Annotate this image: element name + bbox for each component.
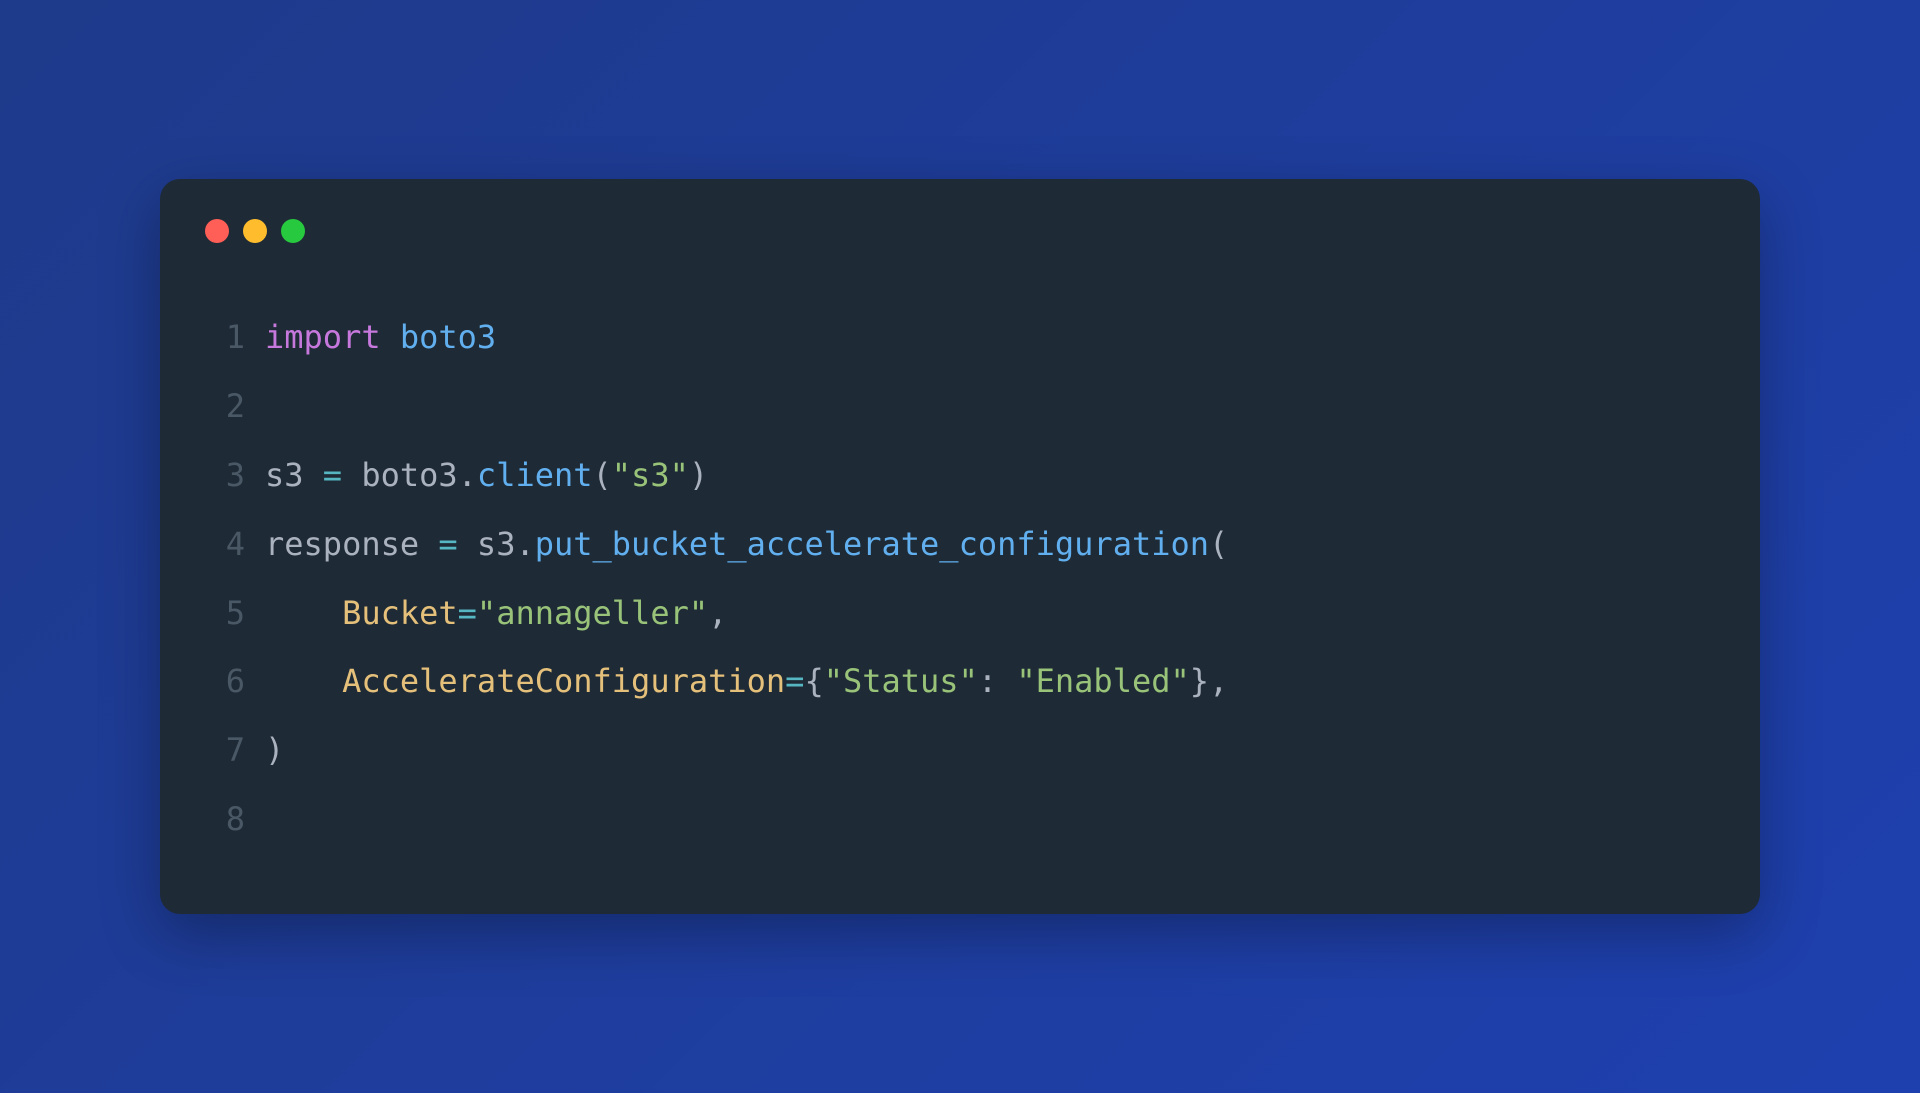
code-token: client [477,456,593,494]
line-number: 2 [205,372,245,441]
line-text: AccelerateConfiguration={"Status": "Enab… [265,647,1715,716]
line-text: Bucket="annageller", [265,579,1715,648]
code-token [381,318,400,356]
code-token: = [438,525,457,563]
code-line: 8 [205,785,1715,854]
code-token: "s3" [612,456,689,494]
line-number: 5 [205,579,245,648]
code-token: boto3 [400,318,496,356]
code-token: Bucket [342,594,458,632]
code-token: = [323,456,342,494]
line-number: 4 [205,510,245,579]
code-token: "Status" [824,662,978,700]
code-token: } [1190,662,1209,700]
code-token: : [978,662,1017,700]
line-number: 3 [205,441,245,510]
line-text: ) [265,716,1715,785]
line-text [265,372,1715,441]
window-controls [205,219,1715,243]
close-icon[interactable] [205,219,229,243]
line-text [265,785,1715,854]
code-line: 6 AccelerateConfiguration={"Status": "En… [205,647,1715,716]
code-token [265,662,342,700]
code-token: import [265,318,381,356]
code-line: 4 response = s3.put_bucket_accelerate_con… [205,510,1715,579]
code-token [265,594,342,632]
line-number: 8 [205,785,245,854]
minimize-icon[interactable] [243,219,267,243]
code-token: ) [689,456,708,494]
code-token: ) [265,731,284,769]
code-token: = [458,594,477,632]
line-text: s3 = boto3.client("s3") [265,441,1715,510]
code-token: response [265,525,438,563]
code-line: 7) [205,716,1715,785]
line-number: 7 [205,716,245,785]
code-token: , [1209,662,1228,700]
code-editor-window: 1import boto323s3 = boto3.client("s3")4r… [160,179,1760,913]
code-line: 5 Bucket="annageller", [205,579,1715,648]
line-number: 6 [205,647,245,716]
code-line: 3 s3 = boto3.client("s3") [205,441,1715,510]
code-token: ( [1209,525,1228,563]
code-token: . [515,525,534,563]
line-text: import boto3 [265,303,1715,372]
code-token: "annageller" [477,594,708,632]
code-token: "Enabled" [1016,662,1189,700]
code-line: 1 import boto3 [205,303,1715,372]
code-token: boto3 [342,456,458,494]
maximize-icon[interactable] [281,219,305,243]
code-token: { [804,662,823,700]
code-token: put_bucket_accelerate_configuration [535,525,1209,563]
code-token: . [458,456,477,494]
line-number: 1 [205,303,245,372]
code-token: AccelerateConfiguration [342,662,785,700]
code-token: ( [593,456,612,494]
code-token: , [708,594,727,632]
code-line: 2 [205,372,1715,441]
code-token: s3 [458,525,516,563]
line-text: response = s3.put_bucket_accelerate_conf… [265,510,1715,579]
code-content[interactable]: 1import boto323s3 = boto3.client("s3")4r… [205,303,1715,853]
code-token: = [785,662,804,700]
code-token: s3 [265,456,323,494]
